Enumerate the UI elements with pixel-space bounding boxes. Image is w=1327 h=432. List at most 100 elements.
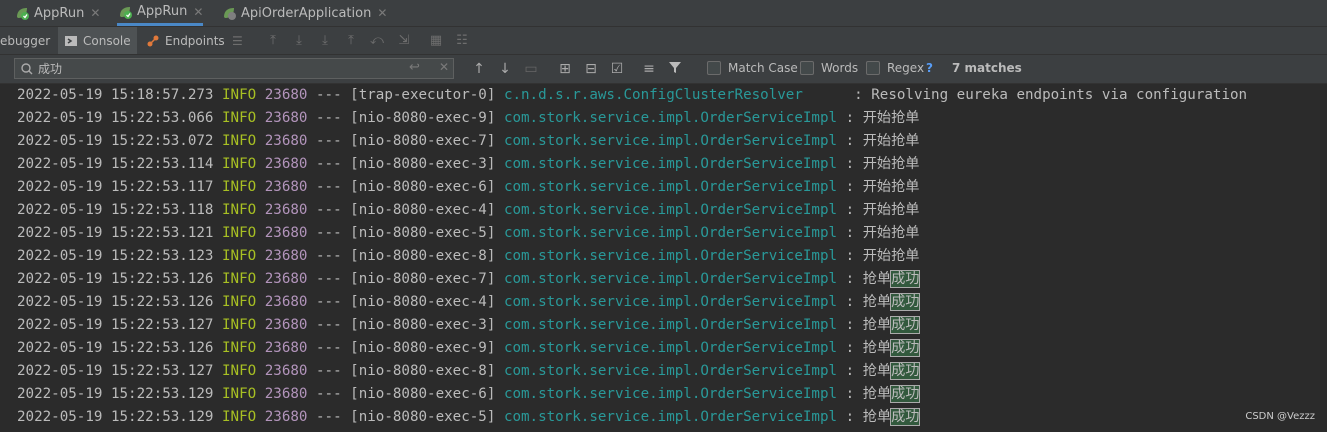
tab-console[interactable]: Console <box>58 27 137 54</box>
log-logger: com.stork.service.impl.OrderServiceImpl <box>503 202 838 218</box>
log-level: INFO <box>222 202 257 218</box>
evaluate-expression-icon[interactable]: ▦ <box>428 33 444 49</box>
add-occurrence-icon[interactable]: ⊞ <box>556 60 574 78</box>
remove-occurrence-icon[interactable]: ⊟ <box>582 60 600 78</box>
tab-apprun-2[interactable]: AppRun ✕ <box>117 0 204 26</box>
layout-menu-icon[interactable]: ☰ <box>232 27 243 54</box>
log-logger: com.stork.service.impl.OrderServiceImpl <box>503 386 838 402</box>
close-icon[interactable]: ✕ <box>193 5 203 19</box>
log-message: : 抢单 <box>845 317 892 333</box>
checkbox-box[interactable] <box>707 61 721 75</box>
log-pid: 23680 <box>264 133 308 149</box>
log-message: : 开始抢单 <box>845 225 920 241</box>
log-thread: [nio-8080-exec-4] <box>350 202 496 218</box>
log-line: 2022-05-19 15:22:53.114 INFO 23680 --- [… <box>17 153 919 176</box>
log-pid: 23680 <box>264 248 308 264</box>
log-timestamp: 2022-05-19 15:22:53.127 <box>17 317 214 333</box>
log-thread: [nio-8080-exec-7] <box>350 271 496 287</box>
log-separator: --- <box>316 225 342 241</box>
run-to-cursor-icon[interactable]: ⇲ <box>396 33 412 49</box>
log-pid: 23680 <box>264 294 308 310</box>
tab-apprun-1[interactable]: AppRun ✕ <box>14 0 100 26</box>
regex-label: Regex <box>887 61 925 75</box>
search-match-highlight: 成功 <box>890 316 921 334</box>
tab-label: ApiOrderApplication <box>241 5 372 21</box>
log-logger: com.stork.service.impl.OrderServiceImpl <box>503 363 838 379</box>
log-logger: com.stork.service.impl.OrderServiceImpl <box>503 340 838 356</box>
log-level: INFO <box>222 340 257 356</box>
log-level: INFO <box>222 363 257 379</box>
log-level: INFO <box>222 271 257 287</box>
tab-endpoints[interactable]: Endpoints <box>146 27 225 54</box>
log-thread: [nio-8080-exec-7] <box>350 133 496 149</box>
log-pid: 23680 <box>264 363 308 379</box>
log-level: INFO <box>222 110 257 126</box>
spring-boot-icon <box>221 5 237 21</box>
step-over-icon[interactable]: ⤓ <box>291 33 307 49</box>
checkbox-box[interactable] <box>800 61 814 75</box>
log-pid: 23680 <box>264 179 308 195</box>
log-separator: --- <box>316 386 342 402</box>
log-timestamp: 2022-05-19 15:22:53.118 <box>17 202 214 218</box>
log-message: : 抢单 <box>845 386 892 402</box>
tab-api-order-application[interactable]: ApiOrderApplication ✕ <box>221 0 387 26</box>
regex-help-link[interactable]: ? <box>926 61 933 75</box>
log-thread: [nio-8080-exec-5] <box>350 225 496 241</box>
filter-results-icon[interactable]: ≡ <box>640 60 658 78</box>
trace-stream-icon[interactable]: ☷ <box>454 33 470 49</box>
log-pid: 23680 <box>264 386 308 402</box>
previous-occurrence-icon[interactable]: ↑ <box>470 60 488 78</box>
log-logger: com.stork.service.impl.OrderServiceImpl <box>503 110 838 126</box>
log-timestamp: 2022-05-19 15:22:53.072 <box>17 133 214 149</box>
log-separator: --- <box>316 110 342 126</box>
log-separator: --- <box>316 363 342 379</box>
step-into-icon[interactable]: ⤓ <box>317 33 333 49</box>
drop-frame-icon[interactable]: ⤺ <box>369 33 385 49</box>
log-thread: [nio-8080-exec-9] <box>350 110 496 126</box>
regex-checkbox[interactable]: Regex <box>866 61 924 75</box>
log-pid: 23680 <box>264 156 308 172</box>
next-occurrence-icon[interactable]: ↓ <box>496 60 514 78</box>
log-message: : 抢单 <box>845 409 892 425</box>
log-message: : 抢单 <box>845 340 892 356</box>
new-line-icon[interactable]: ↩ <box>409 60 420 75</box>
log-separator: --- <box>316 87 342 103</box>
log-level: INFO <box>222 179 257 195</box>
search-input[interactable] <box>38 61 378 76</box>
match-case-checkbox[interactable]: Match Case <box>707 61 798 75</box>
log-message: : 抢单 <box>845 271 892 287</box>
match-case-label: Match Case <box>728 61 798 75</box>
search-match-highlight: 成功 <box>890 270 921 288</box>
search-match-highlight: 成功 <box>890 362 921 380</box>
words-label: Words <box>821 61 859 75</box>
search-match-highlight: 成功 <box>890 385 921 403</box>
match-count: 7 matches <box>952 61 1022 75</box>
words-checkbox[interactable]: Words <box>800 61 858 75</box>
console-output[interactable]: 2022-05-19 15:18:57.273 INFO 23680 --- [… <box>0 84 1327 432</box>
clear-icon[interactable]: ✕ <box>439 60 449 74</box>
close-icon[interactable]: ✕ <box>90 6 100 20</box>
tab-debugger[interactable]: ebugger <box>0 27 50 54</box>
log-timestamp: 2022-05-19 15:22:53.127 <box>17 363 214 379</box>
find-bar: ↩ ✕ ↑ ↓ ▭ ⊞ ⊟ ☑ ≡ Match Case Words Regex… <box>0 55 1327 84</box>
close-icon[interactable]: ✕ <box>377 6 387 20</box>
search-match-highlight: 成功 <box>890 339 921 357</box>
log-line: 2022-05-19 15:22:53.126 INFO 23680 --- [… <box>17 337 921 360</box>
log-pid: 23680 <box>264 271 308 287</box>
log-thread: [nio-8080-exec-4] <box>350 294 496 310</box>
checkbox-box[interactable] <box>866 61 880 75</box>
select-all-occurrences-icon[interactable]: ▭ <box>522 60 540 78</box>
console-icon <box>64 34 78 48</box>
log-message: : Resolving eureka endpoints via configu… <box>854 87 1248 103</box>
select-all-matches-icon[interactable]: ☑ <box>608 60 626 78</box>
log-message: : 抢单 <box>845 294 892 310</box>
search-box[interactable]: ↩ ✕ <box>14 58 454 79</box>
filter-icon[interactable] <box>666 60 684 78</box>
show-execution-point-icon[interactable]: ⤒ <box>265 33 281 49</box>
search-match-highlight: 成功 <box>890 293 921 311</box>
log-thread: [nio-8080-exec-6] <box>350 386 496 402</box>
log-pid: 23680 <box>264 340 308 356</box>
log-line: 2022-05-19 15:22:53.129 INFO 23680 --- [… <box>17 406 921 429</box>
step-out-icon[interactable]: ⤒ <box>343 33 359 49</box>
log-line: 2022-05-19 15:22:53.123 INFO 23680 --- [… <box>17 245 919 268</box>
